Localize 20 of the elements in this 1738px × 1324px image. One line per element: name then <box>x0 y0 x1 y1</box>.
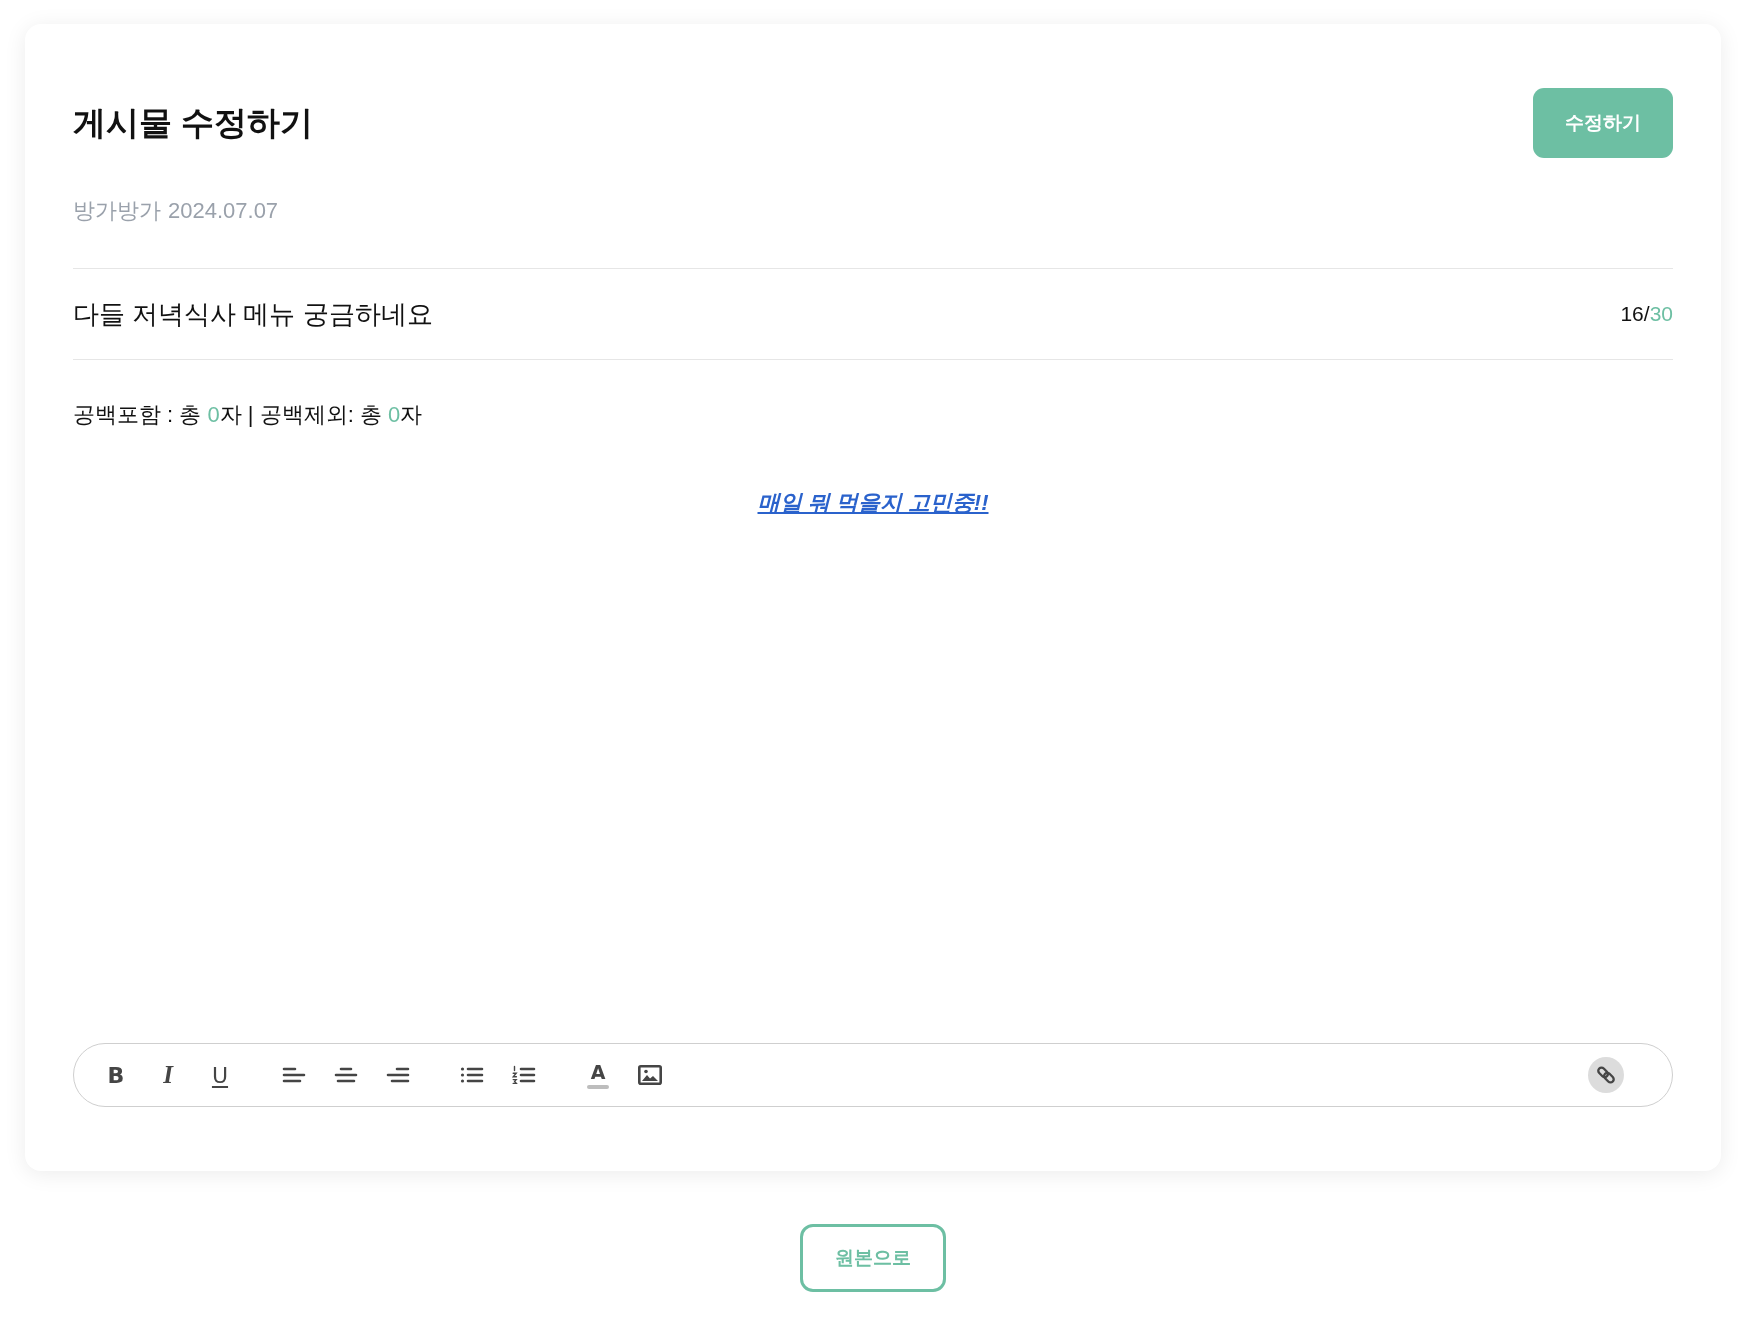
underline-button[interactable]: U <box>202 1057 238 1093</box>
post-date: 2024.07.07 <box>168 197 279 225</box>
bold-button[interactable]: B <box>98 1057 134 1093</box>
chain-link-icon <box>1596 1065 1616 1085</box>
link-button[interactable] <box>1588 1057 1624 1093</box>
char-count-text: 공백포함 : 총 0자 | 공백제외: 총 0자 <box>73 401 423 429</box>
align-right-icon <box>386 1066 410 1084</box>
color-bar-icon <box>587 1084 609 1089</box>
page-title: 게시물 수정하기 <box>73 102 314 143</box>
numbered-list-icon <box>512 1065 536 1085</box>
bullet-list-icon <box>460 1066 484 1084</box>
image-icon <box>638 1065 662 1085</box>
align-center-icon <box>334 1066 358 1084</box>
align-left-icon <box>282 1066 306 1084</box>
italic-button[interactable]: I <box>150 1057 186 1093</box>
char-counter: 16/30 <box>1620 302 1673 326</box>
text-color-button[interactable]: A <box>580 1057 616 1093</box>
title-input[interactable]: 다들 저녁식사 메뉴 궁금하네요 <box>73 294 1601 334</box>
author-name: 방가방가 <box>73 197 161 225</box>
editor-link[interactable]: 매일 뭐 먹을지 고민중!! <box>757 490 989 515</box>
